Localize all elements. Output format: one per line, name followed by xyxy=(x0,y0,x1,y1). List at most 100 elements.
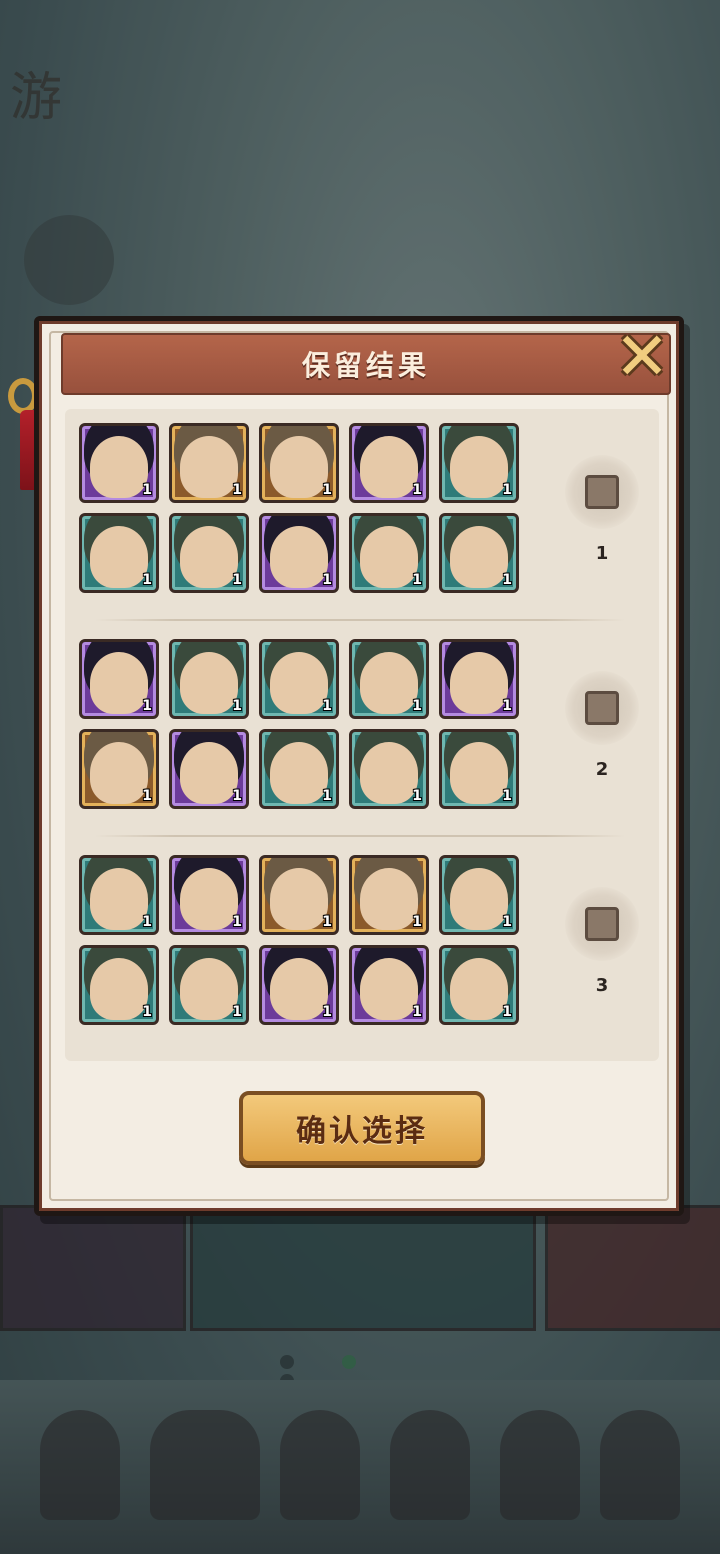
hero-portrait-icon xyxy=(180,436,238,498)
hero-portrait-icon xyxy=(180,526,238,588)
confirm-selection-label: 确认选择 xyxy=(296,1114,428,1149)
hero-portrait-icon xyxy=(90,652,148,714)
hero-quantity: 1 xyxy=(502,482,512,498)
hero-card-blonde-swordsman[interactable]: 1 xyxy=(259,639,339,719)
hero-quantity: 1 xyxy=(232,1004,242,1020)
retain-option-group: 1 1 1 1 1 1 1 1 1 1 2 xyxy=(79,639,645,825)
hero-portrait-icon xyxy=(450,526,508,588)
hero-portrait-icon xyxy=(270,652,328,714)
hero-card-dark-skinned-dancer[interactable]: 1 xyxy=(169,855,249,935)
group-divider xyxy=(95,619,625,621)
hero-card-row: 1 1 1 1 1 xyxy=(79,855,529,939)
close-x-icon: ✕ xyxy=(614,318,670,395)
hero-card-white-tiger-girl[interactable]: 1 xyxy=(349,729,429,809)
hero-quantity: 1 xyxy=(232,698,242,714)
hero-quantity: 1 xyxy=(142,1004,152,1020)
hero-quantity: 1 xyxy=(142,788,152,804)
hero-card-row: 1 1 1 1 1 xyxy=(79,513,529,597)
hero-card-red-bearded-general[interactable]: 1 xyxy=(439,945,519,1025)
retain-result-dialog: 保留结果 ✕ 1 1 1 1 1 1 1 1 1 1 1 1 1 1 1 1 1 1 1 1 1 2 1 1 1 1 1 1 1 1 1 1 3… xyxy=(34,316,684,1216)
hero-card-orange-haired-girl[interactable]: 1 xyxy=(169,513,249,593)
hero-quantity: 1 xyxy=(142,482,152,498)
hero-portrait-icon xyxy=(90,868,148,930)
hero-card-silver-haired-swordsman[interactable]: 1 xyxy=(169,423,249,503)
hero-portrait-icon xyxy=(450,652,508,714)
hero-card-green-haired-maiden[interactable]: 1 xyxy=(259,423,339,503)
hero-quantity: 1 xyxy=(322,914,332,930)
hero-portrait-icon xyxy=(360,958,418,1020)
hero-card-green-dragon-warrior[interactable]: 1 xyxy=(79,423,159,503)
hero-quantity: 1 xyxy=(502,1004,512,1020)
checkbox-square-icon xyxy=(585,475,619,509)
checkbox-square-icon xyxy=(585,691,619,725)
hero-quantity: 1 xyxy=(412,698,422,714)
option-number: 2 xyxy=(595,759,609,780)
option-select[interactable]: 3 xyxy=(557,887,647,1007)
hero-card-red-bearded-general[interactable]: 1 xyxy=(439,513,519,593)
hero-quantity: 1 xyxy=(412,482,422,498)
hero-card-hooded-swordsman[interactable]: 1 xyxy=(259,945,339,1025)
hero-portrait-icon xyxy=(270,436,328,498)
hero-card-dark-skinned-dancer[interactable]: 1 xyxy=(349,945,429,1025)
option-select[interactable]: 2 xyxy=(557,671,647,791)
hero-quantity: 1 xyxy=(232,788,242,804)
retain-option-group: 1 1 1 1 1 1 1 1 1 1 3 xyxy=(79,855,645,1041)
hero-card-blonde-swordsman[interactable]: 1 xyxy=(439,729,519,809)
hero-portrait-icon xyxy=(180,742,238,804)
hero-quantity: 1 xyxy=(322,1004,332,1020)
hero-portrait-icon xyxy=(360,436,418,498)
hero-card-black-haired-girl[interactable]: 1 xyxy=(439,639,519,719)
hero-card-green-dragon-warrior[interactable]: 1 xyxy=(79,639,159,719)
hero-card-white-haired-fox-girl[interactable]: 1 xyxy=(169,639,249,719)
hero-portrait-icon xyxy=(450,436,508,498)
hero-portrait-icon xyxy=(90,742,148,804)
hero-quantity: 1 xyxy=(232,482,242,498)
hero-card-white-haired-fox-girl[interactable]: 1 xyxy=(259,729,339,809)
hero-quantity: 1 xyxy=(412,788,422,804)
option-checkbox[interactable] xyxy=(565,671,639,745)
hero-portrait-icon xyxy=(270,868,328,930)
hero-quantity: 1 xyxy=(322,482,332,498)
hero-card-flute-maiden[interactable]: 1 xyxy=(349,855,429,935)
hero-portrait-icon xyxy=(450,742,508,804)
hero-card-dark-haired-scholar[interactable]: 1 xyxy=(79,513,159,593)
hero-portrait-icon xyxy=(90,436,148,498)
hero-portrait-icon xyxy=(270,958,328,1020)
hero-quantity: 1 xyxy=(142,572,152,588)
hero-card-golden-helmet-warrior[interactable]: 1 xyxy=(259,855,339,935)
hero-card-dark-haired-strategist[interactable]: 1 xyxy=(439,423,519,503)
hero-card-blonde-sage[interactable]: 1 xyxy=(169,729,249,809)
option-select[interactable]: 1 xyxy=(557,455,647,575)
hero-card-white-haired-fox-girl[interactable]: 1 xyxy=(349,513,429,593)
hero-quantity: 1 xyxy=(142,698,152,714)
hero-card-dark-haired-youth[interactable]: 1 xyxy=(169,945,249,1025)
dialog-title: 保留结果 xyxy=(301,349,430,382)
hero-card-brown-haired-archer[interactable]: 1 xyxy=(79,855,159,935)
hero-card-row: 1 1 1 1 1 xyxy=(79,729,529,813)
retain-option-group: 1 1 1 1 1 1 1 1 1 1 1 xyxy=(79,423,645,609)
hero-quantity: 1 xyxy=(502,914,512,930)
hero-portrait-icon xyxy=(360,868,418,930)
hero-quantity: 1 xyxy=(502,698,512,714)
hero-portrait-icon xyxy=(450,958,508,1020)
hero-portrait-icon xyxy=(270,742,328,804)
hero-portrait-icon xyxy=(360,652,418,714)
hero-portrait-icon xyxy=(360,742,418,804)
close-button[interactable]: ✕ xyxy=(611,318,673,395)
hero-card-silver-haired-lady[interactable]: 1 xyxy=(79,729,159,809)
group-divider xyxy=(95,835,625,837)
hero-quantity: 1 xyxy=(322,572,332,588)
hero-portrait-icon xyxy=(180,958,238,1020)
option-checkbox[interactable] xyxy=(565,455,639,529)
hero-card-deer-spirit[interactable]: 1 xyxy=(349,423,429,503)
hero-card-orange-haired-girl[interactable]: 1 xyxy=(79,945,159,1025)
option-number: 1 xyxy=(595,543,609,564)
hero-quantity: 1 xyxy=(322,698,332,714)
hero-card-red-bearded-general[interactable]: 1 xyxy=(439,855,519,935)
hero-card-black-haired-girl[interactable]: 1 xyxy=(259,513,339,593)
confirm-selection-button[interactable]: 确认选择 xyxy=(239,1091,485,1165)
hero-quantity: 1 xyxy=(412,572,422,588)
hero-card-dark-haired-youth[interactable]: 1 xyxy=(349,639,429,719)
hero-portrait-icon xyxy=(360,526,418,588)
option-checkbox[interactable] xyxy=(565,887,639,961)
